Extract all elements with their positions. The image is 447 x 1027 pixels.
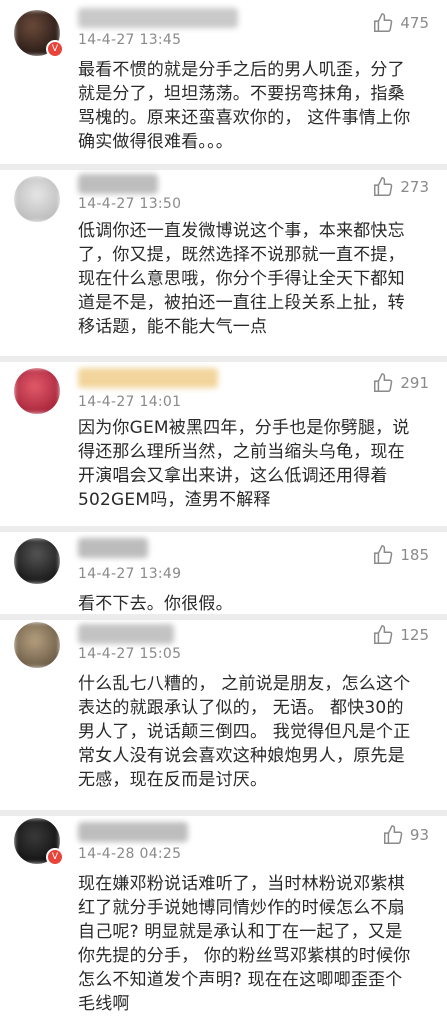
comment-time: 14-4-27 15:05 [78, 646, 182, 662]
comment-text: 因为你GEM被黑四年，分手也是你劈腿，说 得还那么理所当然，之前当缩头乌龟，现在… [78, 418, 410, 510]
username[interactable] [78, 624, 174, 644]
comment-text: 现在嫌邓粉说话难听了，当时林粉说邓紫棋 红了就分手说她博同情炒作的时候怎么不扇 … [78, 874, 411, 1014]
username[interactable] [78, 368, 218, 388]
comment-item: 14-4-27 13:49 185 看不下去。你很假。 [0, 532, 447, 614]
comment-text: 低调你还一直发微博说这个事，本来都快忘 了，你又提，既然选择不说那就一直不提， … [78, 221, 405, 337]
username[interactable] [78, 8, 238, 28]
comment-item: 14-4-27 15:05 125 什么乱七八糟的， 之前说是朋友，怎么这个 表… [0, 620, 447, 810]
thumbs-up-icon [374, 625, 393, 644]
verified-badge-icon: V [46, 848, 64, 866]
comment-time: 14-4-28 04:25 [78, 846, 182, 862]
username[interactable] [78, 174, 158, 194]
comment-text: 最看不惯的就是分手之后的男人叽歪，分了 就是分了，坦坦荡荡。不要拐弯抹角，指桑 … [78, 60, 411, 152]
username[interactable] [78, 822, 188, 842]
like-count: 273 [400, 178, 429, 196]
comment-item: V 14-4-28 04:25 93 现在嫌邓粉说话难听了，当时林粉说邓紫棋 红… [0, 816, 447, 1027]
comment-time: 14-4-27 13:49 [78, 566, 182, 582]
username[interactable] [78, 538, 148, 558]
like-count: 93 [409, 826, 429, 844]
thumbs-up-icon [374, 545, 393, 564]
avatar[interactable] [14, 176, 60, 222]
comment-item: 14-4-27 13:50 273 低调你还一直发微博说这个事，本来都快忘 了，… [0, 170, 447, 337]
like-button[interactable]: 93 [382, 824, 429, 846]
like-count: 185 [400, 546, 429, 564]
avatar[interactable] [14, 622, 60, 668]
like-button[interactable]: 273 [372, 176, 429, 198]
comment-text: 什么乱七八糟的， 之前说是朋友，怎么这个 表达的就跟承认了似的， 无语。 都快3… [78, 674, 411, 790]
like-button[interactable]: 475 [372, 12, 429, 34]
comment-item: V 14-4-27 13:45 475 最看不惯的就是分手之后的男人叽歪，分了 … [0, 0, 447, 170]
verified-badge-icon: V [46, 40, 64, 58]
thumbs-up-icon [374, 177, 393, 196]
comment-time: 14-4-27 14:01 [78, 394, 182, 410]
comment-text: 看不下去。你很假。 [78, 594, 233, 614]
thumbs-up-icon [374, 373, 393, 392]
like-count: 291 [400, 374, 429, 392]
avatar[interactable] [14, 538, 60, 584]
comment-item: 14-4-27 14:01 291 因为你GEM被黑四年，分手也是你劈腿，说 得… [0, 362, 447, 526]
comment-time: 14-4-27 13:45 [78, 32, 182, 48]
like-button[interactable]: 185 [372, 544, 429, 566]
avatar[interactable] [14, 368, 60, 414]
comment-time: 14-4-27 13:50 [78, 196, 182, 212]
like-count: 475 [400, 14, 429, 32]
thumbs-up-icon [374, 13, 393, 32]
like-button[interactable]: 291 [372, 372, 429, 394]
thumbs-up-icon [383, 825, 403, 844]
comment-feed: V 14-4-27 13:45 475 最看不惯的就是分手之后的男人叽歪，分了 … [0, 0, 447, 1027]
like-button[interactable]: 125 [372, 624, 429, 646]
like-count: 125 [400, 626, 429, 644]
